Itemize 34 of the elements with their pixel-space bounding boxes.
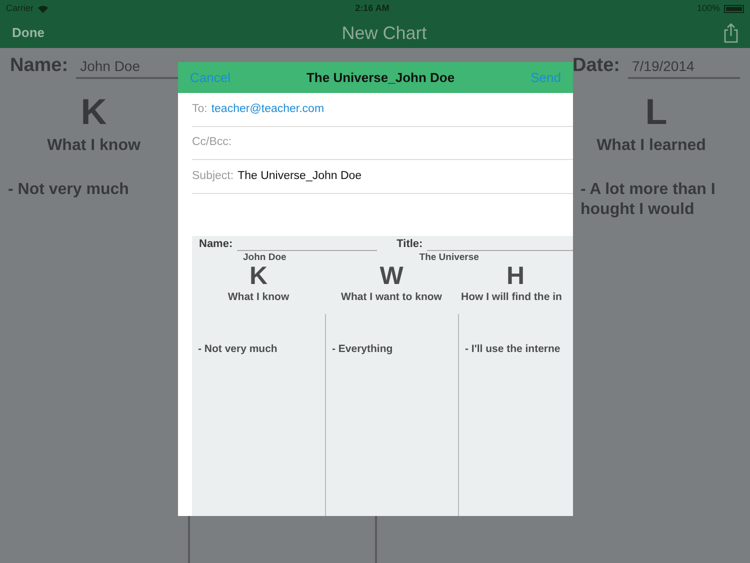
column-letter: W [378, 262, 404, 290]
screen-title: New Chart [342, 22, 427, 44]
column-entry: - Everything [331, 342, 394, 357]
field-label: Cc/Bcc: [192, 135, 232, 150]
name-label: Name: [10, 54, 68, 78]
column-heading: What I know [226, 290, 290, 305]
battery-icon [724, 5, 744, 13]
name-label: Name: [199, 238, 233, 250]
column-letter: L [645, 92, 668, 132]
column-heading: How I will find the in [460, 290, 563, 305]
mail-title: The Universe_John Doe [306, 68, 455, 87]
column-letter: H [505, 262, 526, 290]
field-value[interactable]: The Universe_John Doe [238, 168, 362, 185]
share-icon[interactable] [724, 23, 738, 43]
column-letter: K [248, 262, 269, 290]
recipient-address[interactable]: teacher@teacher.com [211, 100, 324, 118]
title-label: Title: [396, 238, 423, 250]
column-heading: What I learned [596, 136, 706, 156]
column-entry: hought I would [580, 200, 694, 220]
wifi-icon [38, 5, 48, 13]
column-entry: - Not very much [7, 180, 129, 200]
column-entry: - I'll use the interne [464, 342, 562, 357]
name-value: John Doe [243, 250, 286, 262]
column-entry: - A lot more than I [580, 180, 716, 200]
field-label: Subject: [192, 168, 234, 184]
date-value: 7/19/2014 [628, 56, 740, 79]
field-label: To: [192, 102, 208, 117]
column-letter: K [80, 92, 107, 132]
done-button[interactable]: Done [12, 23, 44, 43]
column-entry: - Not very much [197, 342, 278, 357]
title-value: The Universe [419, 250, 479, 262]
column-heading: What I want to know [340, 290, 443, 305]
date-label: Date: [572, 54, 620, 78]
column-heading: What I know [47, 136, 140, 156]
